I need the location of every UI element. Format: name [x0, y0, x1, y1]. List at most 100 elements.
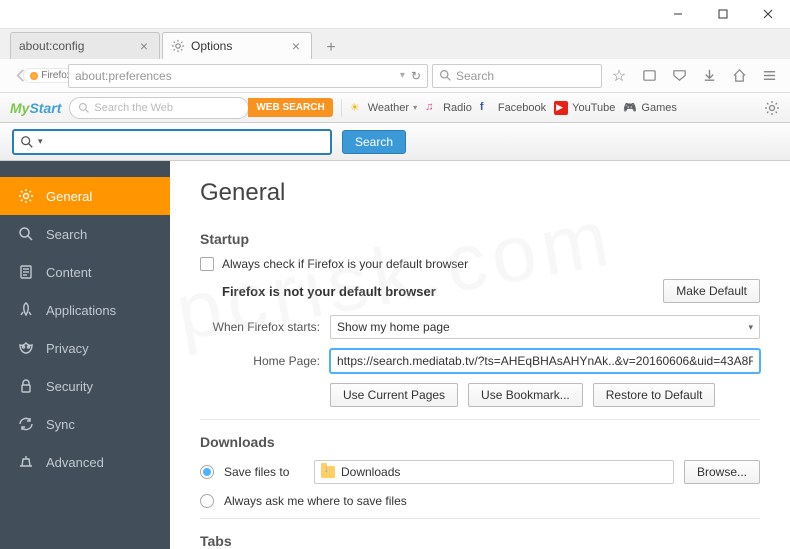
mystart-weather-link[interactable]: ☀Weather▾ — [350, 101, 417, 115]
pocket-save-button[interactable] — [666, 63, 692, 89]
always-ask-radio[interactable] — [200, 494, 214, 508]
search-icon — [439, 69, 452, 82]
sidebar-item-label: Advanced — [46, 455, 104, 470]
document-icon — [18, 264, 34, 280]
chevron-down-icon: ▾ — [748, 322, 753, 333]
sidebar-item-applications[interactable]: Applications — [0, 291, 170, 329]
sync-icon — [18, 416, 34, 432]
mystart-radio-link[interactable]: ♫Radio — [425, 101, 472, 115]
restore-default-button[interactable]: Restore to Default — [593, 383, 716, 407]
downloads-heading: Downloads — [200, 434, 760, 450]
sidebar-item-label: Content — [46, 265, 92, 280]
home-page-input[interactable] — [330, 349, 760, 373]
sidebar-item-search[interactable]: Search — [0, 215, 170, 253]
search-icon — [78, 102, 90, 114]
when-starts-select[interactable]: Show my home page ▾ — [330, 315, 760, 339]
secondary-search-toolbar: ▾ Search — [0, 123, 790, 161]
facebook-icon: f — [480, 101, 494, 115]
tab-label: about:config — [19, 39, 84, 53]
divider — [200, 518, 760, 519]
always-check-checkbox[interactable] — [200, 257, 214, 271]
sidebar-item-label: Privacy — [46, 341, 89, 356]
save-files-to-label: Save files to — [224, 465, 304, 479]
tab-options[interactable]: Options × — [162, 32, 312, 59]
sidebar-item-label: Applications — [46, 303, 116, 318]
new-tab-button[interactable]: + — [318, 37, 344, 59]
bookmarks-button[interactable]: ☆ — [606, 63, 632, 89]
tab-about-config[interactable]: about:config × — [10, 32, 160, 59]
sidebar-item-security[interactable]: Security — [0, 367, 170, 405]
startup-heading: Startup — [200, 231, 760, 247]
sidebar-item-advanced[interactable]: Advanced — [0, 443, 170, 481]
make-default-button[interactable]: Make Default — [663, 279, 760, 303]
sidebar-item-label: Search — [46, 227, 87, 242]
window-close-button[interactable] — [745, 0, 790, 29]
sidebar-item-privacy[interactable]: Privacy — [0, 329, 170, 367]
search-button[interactable]: Search — [342, 130, 406, 154]
window-minimize-button[interactable] — [655, 0, 700, 29]
gear-icon[interactable] — [764, 100, 780, 116]
browser-search-box[interactable]: Search — [432, 64, 602, 88]
sidebar-item-label: General — [46, 189, 92, 204]
folder-name: Downloads — [341, 465, 400, 479]
browse-button[interactable]: Browse... — [684, 460, 760, 484]
search-placeholder: Search — [456, 69, 494, 83]
browser-tab-bar: about:config × Options × + — [0, 29, 790, 59]
rocket-icon — [18, 302, 34, 318]
search-icon — [20, 135, 34, 149]
mystart-games-link[interactable]: 🎮Games — [623, 101, 676, 115]
sidebar-item-general[interactable]: General — [0, 177, 170, 215]
downloads-folder-field[interactable]: Downloads — [314, 460, 674, 484]
when-starts-label: When Firefox starts: — [200, 320, 320, 334]
use-current-pages-button[interactable]: Use Current Pages — [330, 383, 458, 407]
mystart-logo[interactable]: MyStart — [10, 100, 61, 116]
chevron-down-icon[interactable]: ▾ — [38, 136, 43, 147]
menu-button[interactable] — [756, 63, 782, 89]
home-button[interactable] — [726, 63, 752, 89]
window-titlebar — [0, 0, 790, 29]
divider — [200, 419, 760, 420]
window-maximize-button[interactable] — [700, 0, 745, 29]
always-check-label: Always check if Firefox is your default … — [222, 257, 468, 271]
tab-label: Options — [191, 39, 232, 53]
mystart-facebook-link[interactable]: fFacebook — [480, 101, 546, 115]
mystart-search-placeholder: Search the Web — [94, 102, 173, 114]
refresh-button[interactable]: ↻ — [411, 69, 421, 83]
youtube-icon: ▶ — [554, 101, 568, 115]
select-value: Show my home page — [337, 320, 450, 334]
search-input[interactable]: ▾ — [12, 129, 332, 155]
firefox-icon — [30, 72, 38, 80]
search-icon — [18, 226, 34, 242]
url-text: about:preferences — [75, 69, 400, 83]
mask-icon — [18, 340, 34, 356]
gear-icon — [18, 188, 34, 204]
games-icon: 🎮 — [623, 101, 637, 115]
preferences-sidebar: General Search Content Applications Priv… — [0, 161, 170, 549]
home-page-label: Home Page: — [200, 354, 320, 368]
hat-icon — [18, 454, 34, 470]
downloads-button[interactable] — [696, 63, 722, 89]
sun-icon: ☀ — [350, 101, 364, 115]
save-files-to-radio[interactable] — [200, 465, 214, 479]
folder-icon — [321, 466, 335, 478]
close-icon[interactable]: × — [289, 39, 303, 53]
use-bookmark-button[interactable]: Use Bookmark... — [468, 383, 583, 407]
page-title: General — [200, 179, 760, 207]
close-icon[interactable]: × — [137, 39, 151, 53]
sidebar-item-sync[interactable]: Sync — [0, 405, 170, 443]
mystart-youtube-link[interactable]: ▶YouTube — [554, 101, 615, 115]
navigation-toolbar: Firefox about:preferences ▾ ↻ Search ☆ — [0, 59, 790, 93]
navbar-firefox-brand[interactable]: Firefox — [38, 63, 64, 89]
url-bar[interactable]: about:preferences ▾ ↻ — [68, 64, 428, 88]
not-default-text: Firefox is not your default browser — [222, 284, 436, 299]
lock-icon — [18, 378, 34, 394]
headphones-icon: ♫ — [425, 101, 439, 115]
mystart-toolbar: MyStart Search the Web WEB SEARCH ☀Weath… — [0, 93, 790, 123]
preferences-panel: General Startup Always check if Firefox … — [170, 161, 790, 549]
dropdown-icon[interactable]: ▾ — [400, 70, 405, 81]
pocket-button[interactable] — [636, 63, 662, 89]
web-search-button[interactable]: WEB SEARCH — [248, 98, 332, 117]
sidebar-item-content[interactable]: Content — [0, 253, 170, 291]
sidebar-item-label: Sync — [46, 417, 75, 432]
mystart-search-input[interactable]: Search the Web — [69, 97, 249, 119]
